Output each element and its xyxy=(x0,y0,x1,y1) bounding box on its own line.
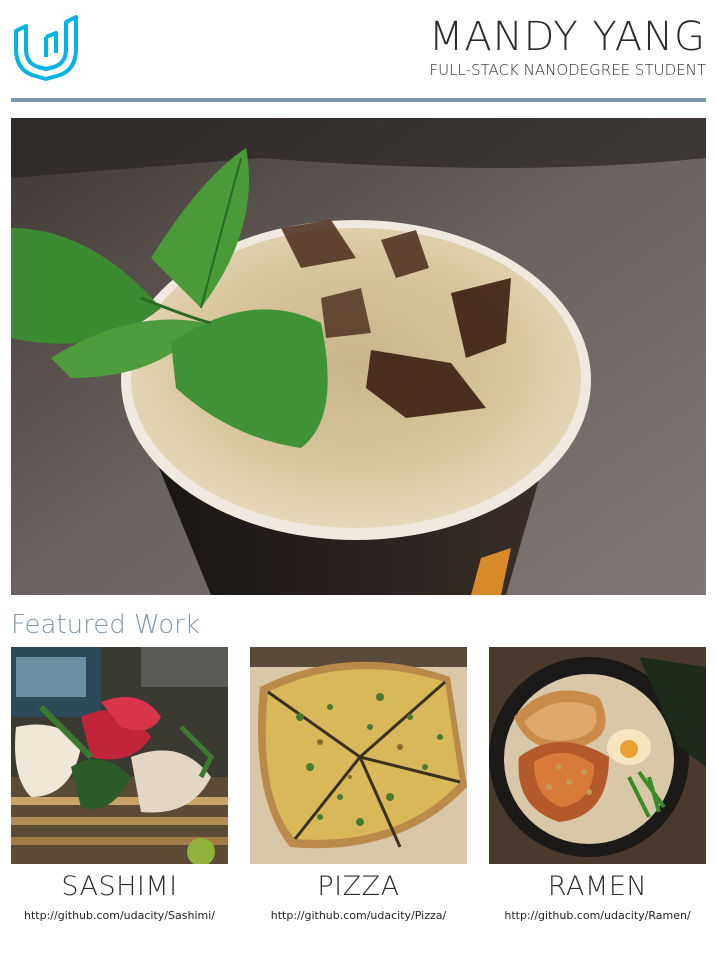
pizza-photo[interactable] xyxy=(250,647,467,864)
work-link[interactable]: http://github.com/udacity/Ramen/ xyxy=(489,908,706,924)
page-title: MANDY YANG xyxy=(428,14,706,60)
iced-coffee-with-mint-photo xyxy=(11,118,706,595)
work-link[interactable]: http://github.com/udacity/Sashimi/ xyxy=(11,908,228,924)
udacity-logo-icon[interactable] xyxy=(12,13,80,81)
page-subtitle: FULL-STACK NANODEGREE STUDENT xyxy=(429,61,706,79)
hero-image xyxy=(11,118,706,595)
featured-work-heading: Featured Work xyxy=(11,610,200,640)
work-link[interactable]: http://github.com/udacity/Pizza/ xyxy=(250,908,467,924)
ramen-photo[interactable] xyxy=(489,647,706,864)
sashimi-photo[interactable] xyxy=(11,647,228,864)
header-divider xyxy=(11,98,706,102)
work-title: SASHIMI xyxy=(61,871,178,902)
work-item-pizza: PIZZA http://github.com/udacity/Pizza/ xyxy=(250,647,467,924)
work-title: PIZZA xyxy=(317,871,400,902)
work-item-sashimi: SASHIMI http://github.com/udacity/Sashim… xyxy=(11,647,228,924)
work-item-ramen: RAMEN http://github.com/udacity/Ramen/ xyxy=(489,647,706,924)
work-title: RAMEN xyxy=(547,871,648,902)
